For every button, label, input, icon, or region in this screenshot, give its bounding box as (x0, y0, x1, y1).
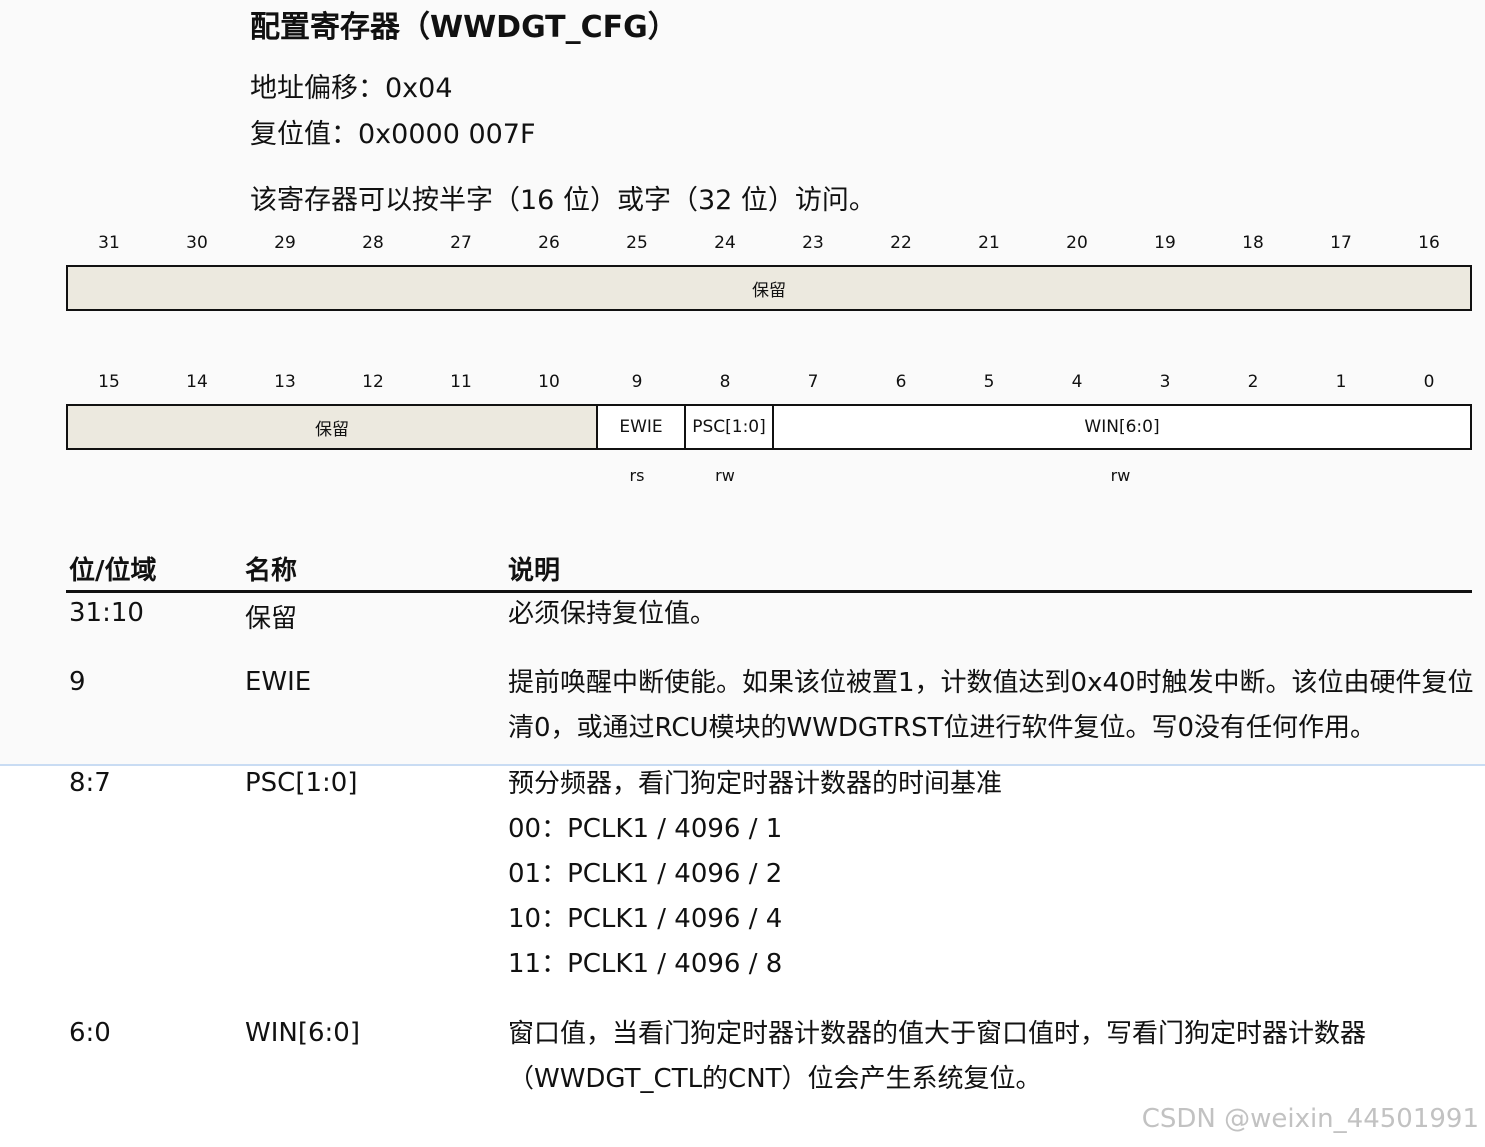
address-offset: 地址偏移：0x04 (250, 73, 453, 104)
bit-number: 19 (1154, 233, 1176, 253)
watermark: CSDN @weixin_44501991 (1141, 1104, 1479, 1134)
psc-access-type: rw (715, 466, 735, 485)
bit-number: 15 (98, 372, 120, 392)
bit-number: 21 (978, 233, 1000, 253)
bit-number: 9 (631, 372, 643, 392)
bit-number: 23 (802, 233, 824, 253)
bit-number: 22 (890, 233, 912, 253)
table-row-name: EWIE (245, 667, 312, 697)
table-header-description: 说明 (508, 556, 561, 586)
win-access-type: rw (1110, 466, 1131, 485)
table-row-description: 必须保持复位值。 (508, 599, 717, 629)
table-row-name: WIN[6:0] (245, 1018, 360, 1048)
reserved-field-upper: 保留 (68, 267, 1470, 309)
bit-number: 31 (98, 233, 120, 253)
bit-number: 20 (1066, 233, 1088, 253)
register-row-upper: 保留 (66, 265, 1472, 311)
bit-number: 1 (1335, 372, 1347, 392)
bit-number: 28 (362, 233, 384, 253)
table-row-description: 提前唤醒中断使能。如果该位被置1，计数值达到0x40时触发中断。该位由硬件复位 … (508, 668, 1474, 743)
bit-number: 4 (1071, 372, 1083, 392)
table-row-description: 预分频器，看门狗定时器计数器的时间基准 00：PCLK1 / 4096 / 1 … (508, 769, 1003, 979)
bit-number: 24 (714, 233, 736, 253)
bit-number: 11 (450, 372, 472, 392)
bit-number: 17 (1330, 233, 1352, 253)
table-header-bits: 位/位域 (69, 556, 157, 586)
bit-number: 27 (450, 233, 472, 253)
reset-value: 复位值：0x0000 007F (250, 119, 536, 150)
bit-number: 3 (1159, 372, 1171, 392)
bit-number: 6 (895, 372, 907, 392)
table-row-bits: 6:0 (69, 1018, 111, 1048)
psc-field: PSC[1:0] (684, 406, 772, 448)
bit-number: 30 (186, 233, 208, 253)
win-field: WIN[6:0] (772, 406, 1470, 448)
table-row-name: PSC[1:0] (245, 768, 358, 798)
bit-number: 26 (538, 233, 560, 253)
table-header-rule (66, 590, 1472, 593)
bit-number: 10 (538, 372, 560, 392)
register-row-lower: 保留 EWIE PSC[1:0] WIN[6:0] (66, 404, 1472, 450)
bit-number: 5 (983, 372, 995, 392)
table-row-name: 保留 (245, 604, 298, 634)
ewie-field: EWIE (596, 406, 684, 448)
bit-number: 16 (1418, 233, 1440, 253)
access-note: 该寄存器可以按半字（16 位）或字（32 位）访问。 (250, 185, 876, 216)
table-header-name: 名称 (245, 556, 298, 586)
bit-number: 8 (719, 372, 731, 392)
table-row-bits: 8:7 (69, 768, 111, 798)
table-row-description: 窗口值，当看门狗定时器计数器的值大于窗口值时，写看门狗定时器计数器 （WWDGT… (508, 1019, 1367, 1094)
bit-number: 2 (1247, 372, 1259, 392)
bit-number: 14 (186, 372, 208, 392)
register-title: 配置寄存器（WWDGT_CFG） (250, 10, 678, 45)
bit-number: 13 (274, 372, 296, 392)
table-row-bits: 31:10 (69, 598, 144, 628)
ewie-access-type: rs (629, 466, 645, 485)
bit-number: 12 (362, 372, 384, 392)
reserved-field-lower: 保留 (68, 406, 596, 448)
bit-number: 18 (1242, 233, 1264, 253)
bit-number: 7 (807, 372, 819, 392)
bit-number: 0 (1423, 372, 1435, 392)
bit-number: 25 (626, 233, 648, 253)
bit-number: 29 (274, 233, 296, 253)
table-row-bits: 9 (69, 667, 86, 697)
